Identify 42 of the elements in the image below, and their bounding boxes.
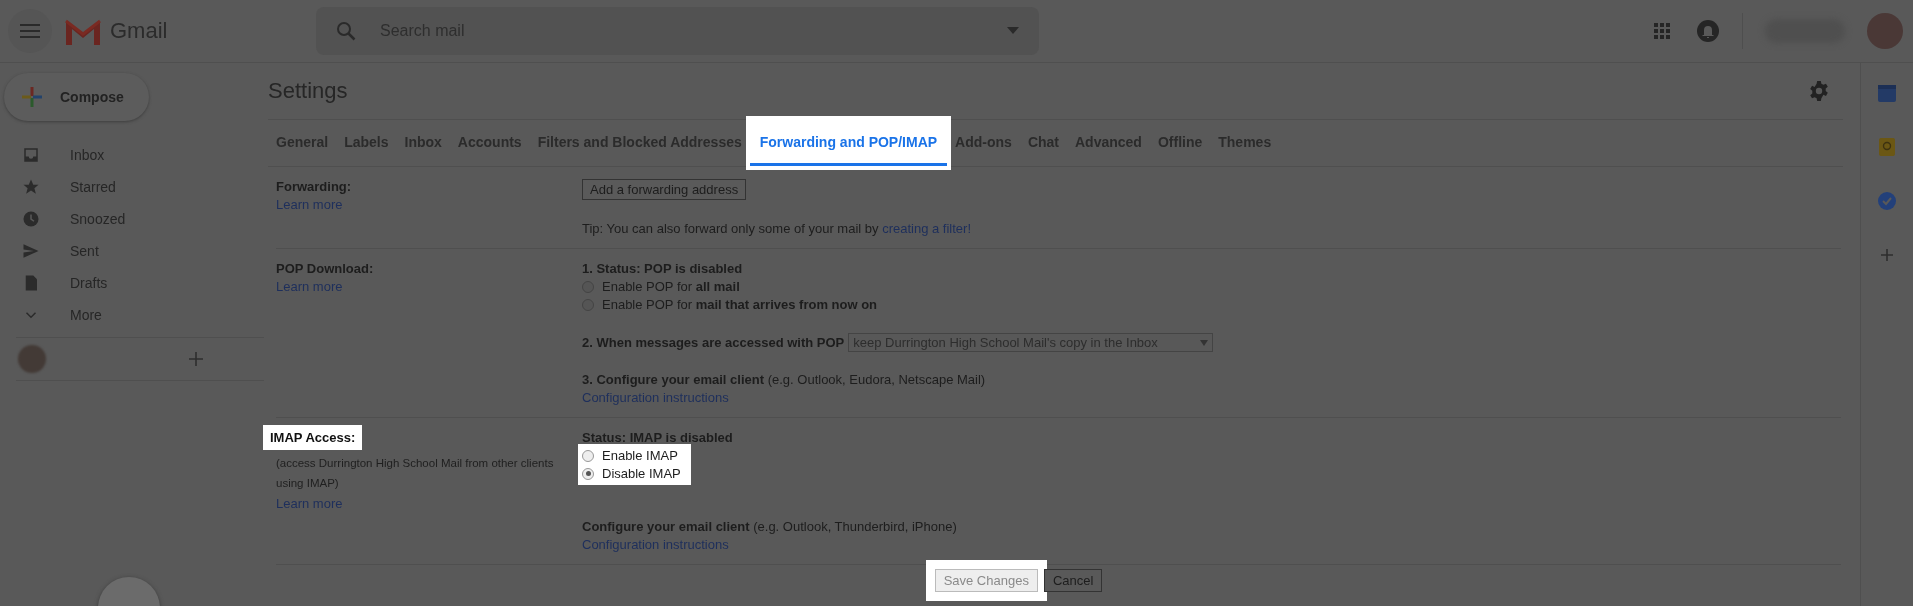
settings-icon[interactable] (1808, 80, 1830, 102)
filter-link[interactable]: creating a filter! (882, 221, 971, 236)
radio-label: Enable POP for mail that arrives from now on (602, 297, 878, 312)
lightbulb-icon[interactable] (1877, 137, 1897, 157)
avatar[interactable] (1867, 13, 1903, 49)
learn-more-link[interactable]: Learn more (276, 279, 343, 294)
plus-icon (20, 85, 44, 109)
inbox-icon (22, 146, 40, 164)
calendar-icon[interactable] (1877, 83, 1897, 103)
caret-icon[interactable] (1007, 27, 1019, 35)
plus-icon[interactable] (188, 351, 204, 367)
radio-label: Enable IMAP (602, 448, 678, 463)
radio-label: Disable IMAP (602, 466, 681, 481)
radio-button[interactable] (582, 467, 594, 480)
bell-icon[interactable] (1696, 19, 1720, 43)
search-icon (334, 19, 358, 43)
instructions-link[interactable]: Configuration instructions (582, 537, 729, 552)
configure-text: 3. Configure your email client (e.g. Outlook, Eudora, Netscape Mail) (582, 372, 986, 387)
status-text: 1. Status: POP is disabled (582, 261, 743, 276)
star-icon (22, 178, 40, 196)
add-forwarding-button[interactable]: Add a forwarding address (582, 179, 747, 200)
caret-icon (1200, 339, 1209, 346)
section-label: Forwarding: (276, 179, 352, 194)
radio-button[interactable] (582, 449, 594, 462)
option-label: 2. When messages are accessed with POP (582, 335, 845, 350)
status-text: Status: IMAP is disabled (582, 430, 733, 445)
section-label: POP Download: (276, 261, 374, 276)
compose-button[interactable]: Compose (4, 73, 149, 121)
send-icon (22, 242, 40, 260)
check-icon[interactable] (1877, 191, 1897, 211)
clock-icon (22, 210, 40, 228)
mail-logo-icon (64, 17, 102, 45)
avatar (18, 345, 46, 373)
configure-text: Configure your email client (e.g. Outlook, Thunderbird, iPhone) (582, 519, 957, 534)
radio-label: Enable POP for all mail (602, 279, 740, 294)
learn-more-link[interactable]: Learn more (276, 197, 343, 212)
instructions-link[interactable]: Configuration instructions (582, 390, 729, 405)
menu-icon[interactable] (8, 9, 52, 53)
action-button[interactable]: Cancel (1043, 569, 1103, 592)
section-label: IMAP Access: (263, 425, 363, 450)
learn-more-link[interactable]: Learn more (276, 496, 343, 511)
tip-text: Tip: You can also forward only some of your mail by creating a filter! (582, 221, 971, 236)
